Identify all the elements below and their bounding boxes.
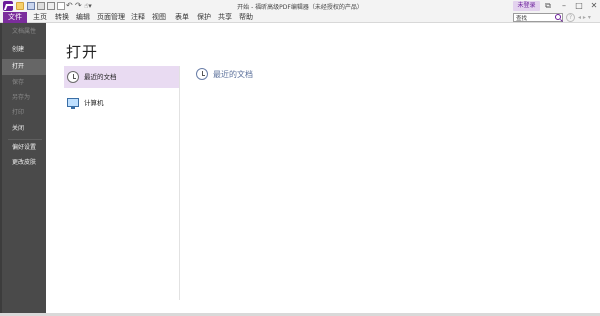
sidebar-item-document-properties[interactable]: 文档属性 bbox=[2, 24, 46, 40]
close-icon[interactable]: ✕ bbox=[589, 1, 599, 11]
tab-file[interactable]: 文件 bbox=[3, 12, 27, 23]
print-icon[interactable] bbox=[37, 2, 45, 10]
backstage-sidebar: 文档属性 创建 打开 保存 另存为 打印 关闭 偏好设置 更改皮肤 bbox=[0, 23, 46, 313]
save-icon[interactable] bbox=[27, 2, 35, 10]
computer-icon bbox=[67, 98, 79, 109]
clock-icon bbox=[196, 68, 208, 80]
title-bar: ↶ ↷ ☝▾ 开始 - 福昕高级PDF编辑器（未经授权的产品） 未登录 ⧉ – … bbox=[0, 0, 600, 12]
tab-page-management[interactable]: 页面管理 bbox=[97, 12, 125, 23]
open-panel: 打开 最近的文档 计算机 最近的文档 bbox=[46, 23, 600, 313]
tab-view[interactable]: 视图 bbox=[152, 12, 166, 23]
minimize-icon[interactable]: – bbox=[559, 1, 569, 11]
restore-icon[interactable]: ⧉ bbox=[543, 1, 553, 11]
hand-tool-icon[interactable]: ☝▾ bbox=[84, 2, 98, 10]
location-list: 最近的文档 计算机 bbox=[64, 66, 180, 300]
sidebar-item-save[interactable]: 保存 bbox=[2, 75, 46, 91]
tab-share[interactable]: 共享 bbox=[218, 12, 232, 23]
open-folder-icon[interactable] bbox=[16, 2, 24, 10]
tab-help[interactable]: 帮助 bbox=[239, 12, 253, 23]
tab-edit[interactable]: 编辑 bbox=[76, 12, 90, 23]
tab-form[interactable]: 表单 bbox=[175, 12, 189, 23]
undo-icon[interactable]: ↶ bbox=[66, 2, 74, 10]
tab-home[interactable]: 主页 bbox=[33, 12, 47, 23]
sidebar-item-change-skin[interactable]: 更改皮肤 bbox=[2, 155, 46, 171]
login-button[interactable]: 未登录 bbox=[513, 1, 540, 11]
help-icon[interactable]: ? bbox=[566, 13, 575, 22]
tab-convert[interactable]: 转换 bbox=[55, 12, 69, 23]
maximize-icon[interactable]: □ bbox=[574, 1, 584, 11]
app-logo-icon[interactable] bbox=[3, 1, 13, 11]
redo-icon[interactable]: ↷ bbox=[75, 2, 83, 10]
ribbon-tab-row: 文件 主页 转换 编辑 页面管理 注释 视图 表单 保护 共享 帮助 ? ◂ ▸… bbox=[0, 12, 600, 23]
page-icon[interactable] bbox=[57, 2, 65, 10]
search-icon[interactable] bbox=[555, 14, 561, 20]
tab-protect[interactable]: 保护 bbox=[197, 12, 211, 23]
sidebar-item-save-as[interactable]: 另存为 bbox=[2, 90, 46, 106]
sidebar-item-preferences[interactable]: 偏好设置 bbox=[2, 140, 46, 156]
clock-icon bbox=[67, 71, 79, 83]
panel-heading: 最近的文档 bbox=[213, 70, 253, 79]
page-title: 打开 bbox=[66, 43, 99, 61]
tab-comment[interactable]: 注释 bbox=[131, 12, 145, 23]
location-label: 计算机 bbox=[84, 99, 104, 107]
sidebar-item-create[interactable]: 创建 bbox=[2, 42, 46, 58]
nav-arrows-icon[interactable]: ◂ ▸ ▾ bbox=[578, 13, 598, 22]
location-label: 最近的文档 bbox=[84, 73, 117, 81]
location-recent-documents[interactable]: 最近的文档 bbox=[64, 66, 179, 88]
location-computer[interactable]: 计算机 bbox=[64, 92, 179, 114]
sidebar-item-open[interactable]: 打开 bbox=[2, 59, 46, 75]
sidebar-item-print[interactable]: 打印 bbox=[2, 105, 46, 121]
sidebar-item-close[interactable]: 关闭 bbox=[2, 121, 46, 137]
email-icon[interactable] bbox=[47, 2, 55, 10]
